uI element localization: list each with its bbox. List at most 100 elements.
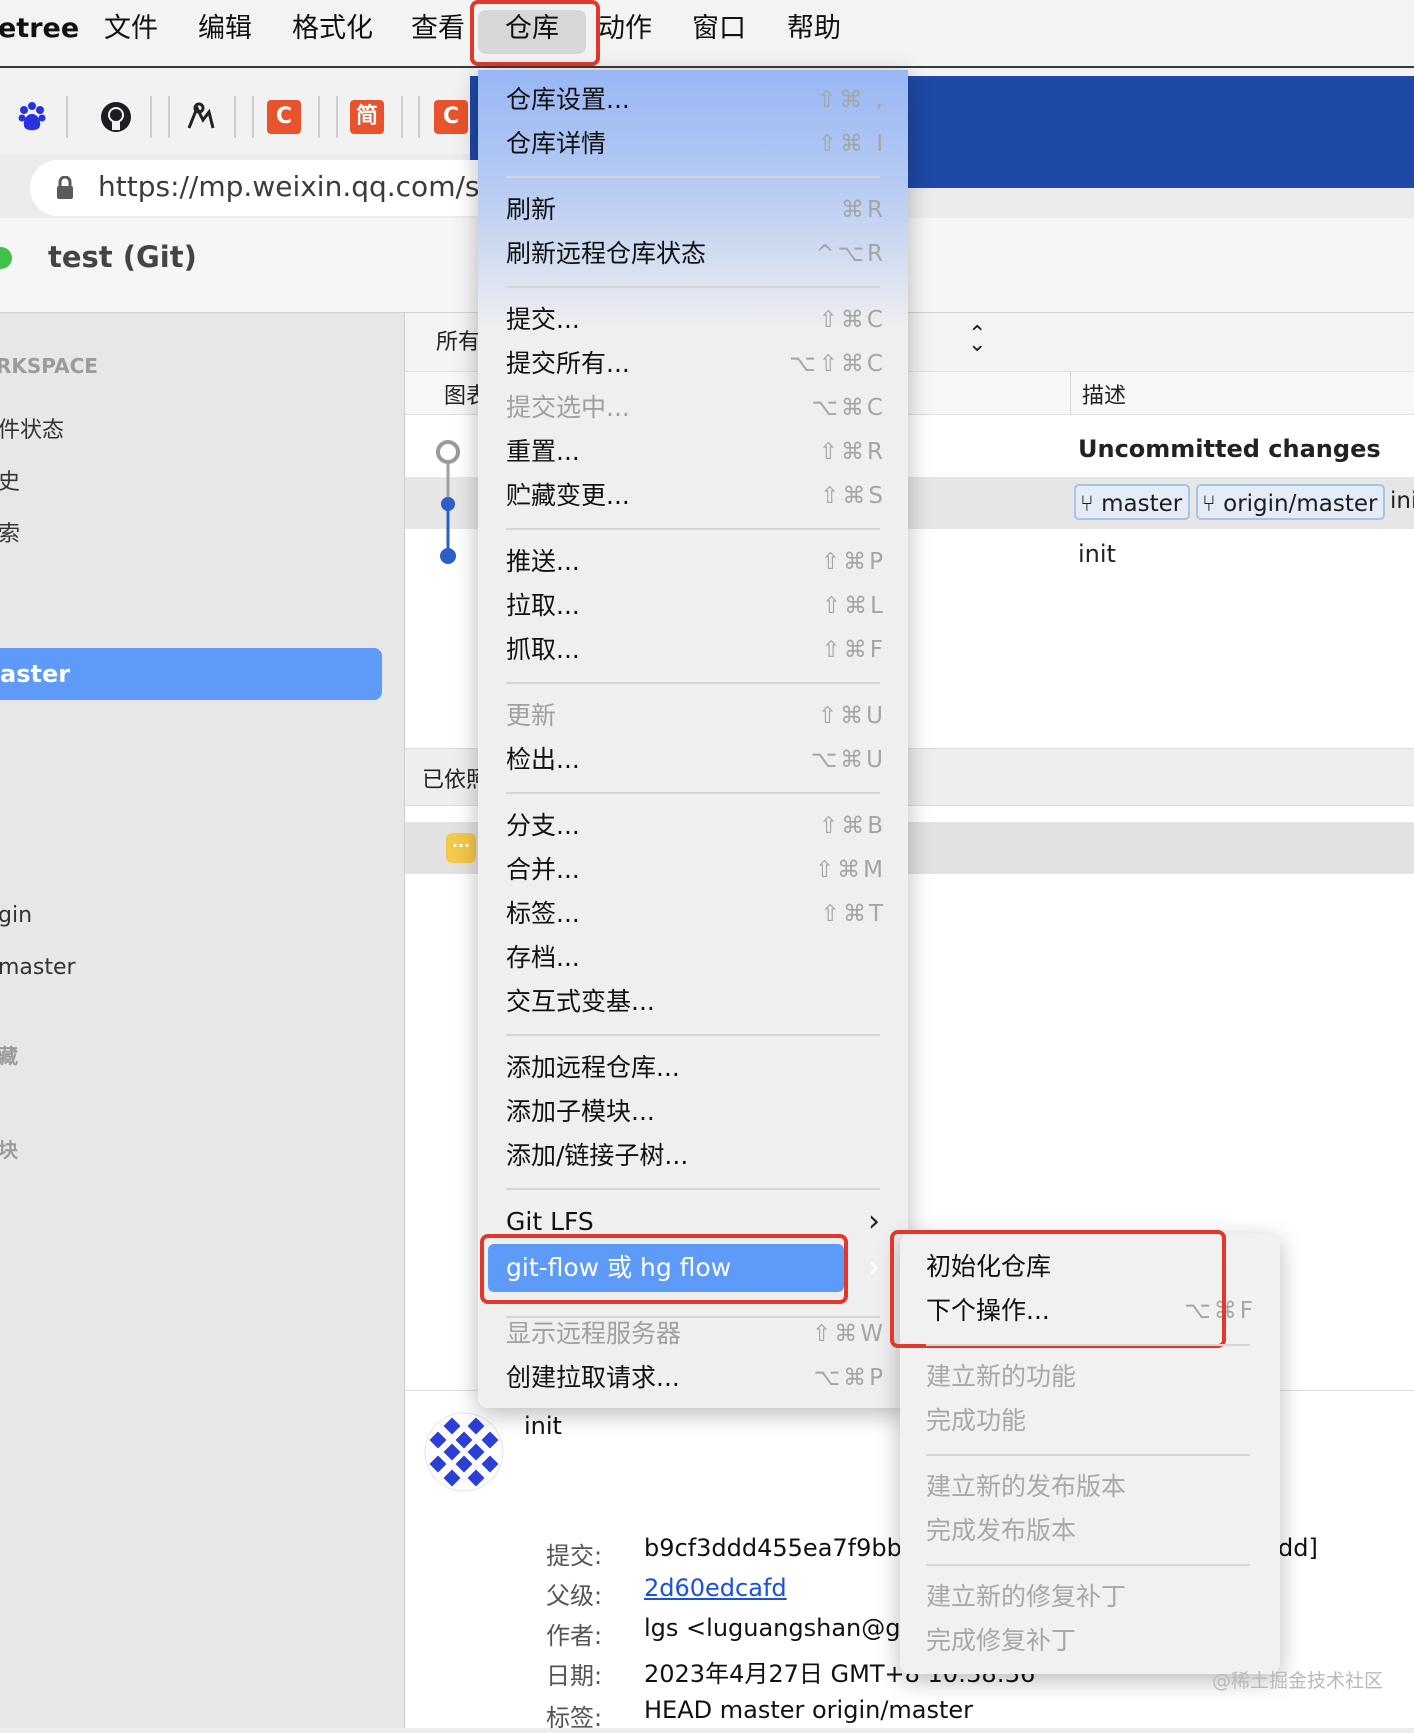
menu-item-add-subtree[interactable]: 添加/链接子树... — [506, 1136, 886, 1176]
detail-label-commit: 提交: — [546, 1542, 603, 1570]
menu-separator — [506, 792, 880, 794]
menu-separator — [506, 1188, 880, 1190]
menubar-help[interactable]: 帮助 — [787, 0, 841, 58]
menu-item-checkout[interactable]: 检出... ⌥⌘U — [506, 740, 886, 780]
commit-graph — [436, 440, 460, 564]
detail-commit-hash-tail: dd] — [1278, 1534, 1318, 1562]
branch-filter-select[interactable]: 所有 — [436, 324, 480, 356]
sidebar-item-remote-master[interactable]: master — [0, 955, 76, 980]
detail-label-date: 日期: — [546, 1662, 603, 1690]
menubar-format[interactable]: 格式化 — [292, 0, 373, 58]
address-url[interactable]: https://mp.weixin.qq.com/s? — [98, 170, 494, 203]
bookmark-separator — [234, 96, 236, 138]
sidebar-item-history[interactable]: 史 — [0, 464, 20, 496]
submenu-item-new-feature: 建立新的功能 — [926, 1362, 1077, 1391]
menu-separator — [506, 1034, 880, 1036]
menu-separator — [506, 176, 880, 178]
menu-item-show-remote-server: 显示远程服务器 ⇧⌘W — [506, 1319, 886, 1348]
menu-item-repo-settings[interactable]: 仓库设置... ⇧⌘ , — [506, 80, 886, 120]
menu-item-tag[interactable]: 标签... ⇧⌘T — [506, 894, 886, 934]
submenu-separator — [926, 1564, 1250, 1566]
branch-icon: ⑂ — [1202, 491, 1224, 517]
reading-icon[interactable] — [182, 100, 218, 134]
bookmark-separator — [418, 96, 420, 138]
column-description[interactable]: 描述 — [1082, 378, 1126, 410]
lock-icon — [56, 175, 74, 204]
menu-separator — [506, 682, 880, 684]
bookmark-separator — [66, 96, 68, 138]
csdn-icon[interactable]: C — [267, 100, 301, 134]
jianshu-icon[interactable]: 简 — [350, 100, 384, 134]
menu-item-branch[interactable]: 分支... ⇧⌘B — [506, 806, 886, 846]
annotation-box-repository-menu — [470, 0, 600, 66]
sidebar-item-file-status[interactable]: 件状态 — [0, 412, 64, 444]
menu-item-interactive-rebase[interactable]: 交互式变基... — [506, 982, 886, 1022]
column-divider — [1070, 372, 1071, 414]
bookmark-separator — [401, 96, 403, 138]
menu-item-commit[interactable]: 提交... ⇧⌘C — [506, 300, 886, 340]
sidebar-workspace-header: RKSPACE — [0, 354, 98, 378]
bookmark-separator — [336, 96, 338, 138]
menu-item-refresh-remote[interactable]: 刷新远程仓库状态 ^⌥R — [506, 234, 886, 274]
detail-label-parent: 父级: — [546, 1582, 603, 1610]
branch-icon: ⑂ — [1080, 491, 1102, 517]
menu-item-repo-details[interactable]: 仓库详情 ⇧⌘ I — [506, 124, 886, 164]
submenu-item-new-hotfix: 建立新的修复补丁 — [926, 1582, 1127, 1611]
detail-parent-link[interactable]: 2d60edcafd — [644, 1574, 787, 1602]
chevron-right-icon: › — [868, 1204, 880, 1239]
menubar-app-name[interactable]: etree — [0, 0, 79, 58]
menu-item-stash[interactable]: 贮藏变更... ⇧⌘S — [506, 476, 886, 516]
detail-commit-message: init — [524, 1412, 562, 1440]
csdn-icon[interactable]: C — [434, 100, 468, 134]
uncommitted-changes-row[interactable]: Uncommitted changes — [1078, 435, 1381, 463]
branch-tag-origin-master[interactable]: ⑂ origin/master — [1196, 484, 1386, 520]
menu-item-pull[interactable]: 拉取... ⇧⌘L — [506, 586, 886, 626]
menu-separator — [506, 528, 880, 530]
sidebar-branch-master-label: aster — [0, 660, 71, 688]
menu-item-add-remote[interactable]: 添加远程仓库... — [506, 1048, 886, 1088]
annotation-box-git-flow — [480, 1234, 848, 1304]
annotation-box-submenu — [890, 1230, 1226, 1348]
submenu-item-finish-release: 完成发布版本 — [926, 1516, 1077, 1545]
detail-tags: HEAD master origin/master — [644, 1696, 974, 1724]
github-icon[interactable] — [98, 100, 134, 134]
bookmark-separator — [252, 96, 254, 138]
commit-message-truncated: ini — [1390, 488, 1414, 514]
menubar-actions[interactable]: 动作 — [598, 0, 652, 58]
menu-item-create-pull-request[interactable]: 创建拉取请求... ⌥⌘P — [506, 1358, 886, 1398]
menu-item-commit-selected: 提交选中... ⌥⌘C — [506, 393, 886, 422]
branch-tag-master[interactable]: ⑂ master — [1074, 484, 1191, 520]
menu-item-add-submodule[interactable]: 添加子模块... — [506, 1092, 886, 1132]
chevron-right-icon: › — [868, 1250, 880, 1285]
menu-item-archive[interactable]: 存档... — [506, 938, 886, 978]
baidu-paw-icon[interactable] — [14, 100, 50, 134]
menu-item-push[interactable]: 推送... ⇧⌘P — [506, 542, 886, 582]
detail-label-author: 作者: — [546, 1622, 603, 1650]
sidebar-item-search[interactable]: 索 — [0, 516, 20, 548]
menu-item-fetch[interactable]: 抓取... ⇧⌘F — [506, 630, 886, 670]
submenu-item-finish-feature: 完成功能 — [926, 1406, 1027, 1435]
menubar-view[interactable]: 查看 — [411, 0, 465, 58]
bookmark-separator — [168, 96, 170, 138]
menu-separator — [506, 286, 880, 288]
submenu-item-finish-hotfix: 完成修复补丁 — [926, 1626, 1077, 1655]
menu-item-refresh[interactable]: 刷新 ⌘R — [506, 190, 886, 230]
commit-row-init[interactable]: init — [1078, 540, 1116, 568]
submenu-separator — [926, 1344, 1250, 1346]
menu-item-commit-all[interactable]: 提交所有... ⌥⇧⌘C — [506, 344, 886, 384]
menubar-file[interactable]: 文件 — [104, 0, 158, 58]
menu-item-merge[interactable]: 合并... ⇧⌘M — [506, 850, 886, 890]
submenu-item-new-release: 建立新的发布版本 — [926, 1472, 1127, 1501]
sidebar — [0, 313, 405, 1728]
menu-item-reset[interactable]: 重置... ⇧⌘R — [506, 432, 886, 472]
sidebar-submodule-header: 块 — [0, 1138, 18, 1162]
sidebar-item-remote-origin[interactable]: gin — [0, 903, 32, 928]
file-status-icon: ··· — [446, 833, 476, 863]
watermark: @稀土掘金技术社区 — [1212, 1670, 1384, 1692]
filter-stepper-down-icon[interactable]: ⌄ — [968, 332, 986, 357]
menubar-edit[interactable]: 编辑 — [198, 0, 252, 58]
author-avatar — [424, 1412, 504, 1496]
menu-item-update: 更新 ⇧⌘U — [506, 701, 886, 730]
submenu-separator — [926, 1454, 1250, 1456]
menubar-window[interactable]: 窗口 — [692, 0, 746, 58]
